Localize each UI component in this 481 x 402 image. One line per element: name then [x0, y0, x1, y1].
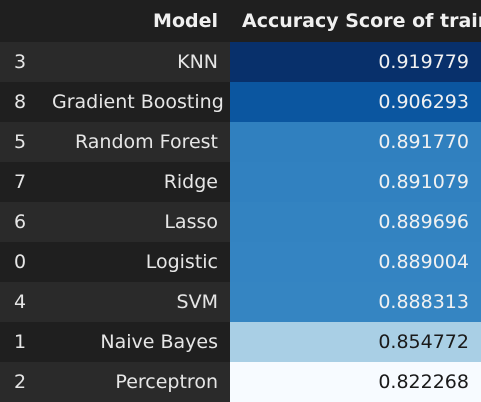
- model-name: Random Forest: [40, 122, 230, 162]
- model-name: Ridge: [40, 162, 230, 202]
- row-index: 3: [0, 42, 40, 82]
- score-cell: 0.889004: [230, 242, 481, 282]
- model-name: Lasso: [40, 202, 230, 242]
- score-cell: 0.854772: [230, 322, 481, 362]
- results-table: Model Accuracy Score of train 3 KNN 0.91…: [0, 0, 481, 402]
- row-index: 5: [0, 122, 40, 162]
- index-header: [0, 0, 40, 42]
- table-row: 6 Lasso 0.889696: [0, 202, 481, 242]
- table-row: 2 Perceptron 0.822268: [0, 362, 481, 402]
- table-row: 5 Random Forest 0.891770: [0, 122, 481, 162]
- score-cell: 0.822268: [230, 362, 481, 402]
- score-cell: 0.891079: [230, 162, 481, 202]
- table-row: 0 Logistic 0.889004: [0, 242, 481, 282]
- table-row: 7 Ridge 0.891079: [0, 162, 481, 202]
- score-cell: 0.906293: [230, 82, 481, 122]
- row-index: 7: [0, 162, 40, 202]
- row-index: 2: [0, 362, 40, 402]
- model-name: SVM: [40, 282, 230, 322]
- header-row: Model Accuracy Score of train: [0, 0, 481, 42]
- model-name: Perceptron: [40, 362, 230, 402]
- table-row: 4 SVM 0.888313: [0, 282, 481, 322]
- model-name: Gradient Boosting: [40, 82, 230, 122]
- row-index: 8: [0, 82, 40, 122]
- row-index: 0: [0, 242, 40, 282]
- score-cell: 0.888313: [230, 282, 481, 322]
- score-cell: 0.919779: [230, 42, 481, 82]
- model-header: Model: [40, 0, 230, 42]
- score-cell: 0.889696: [230, 202, 481, 242]
- table-row: 8 Gradient Boosting 0.906293: [0, 82, 481, 122]
- accuracy-score-header: Accuracy Score of train: [230, 0, 481, 42]
- row-index: 1: [0, 322, 40, 362]
- row-index: 4: [0, 282, 40, 322]
- table-row: 1 Naive Bayes 0.854772: [0, 322, 481, 362]
- table-row: 3 KNN 0.919779: [0, 42, 481, 82]
- score-cell: 0.891770: [230, 122, 481, 162]
- model-name: Logistic: [40, 242, 230, 282]
- row-index: 6: [0, 202, 40, 242]
- model-name: KNN: [40, 42, 230, 82]
- model-name: Naive Bayes: [40, 322, 230, 362]
- table-body: 3 KNN 0.919779 8 Gradient Boosting 0.906…: [0, 42, 481, 402]
